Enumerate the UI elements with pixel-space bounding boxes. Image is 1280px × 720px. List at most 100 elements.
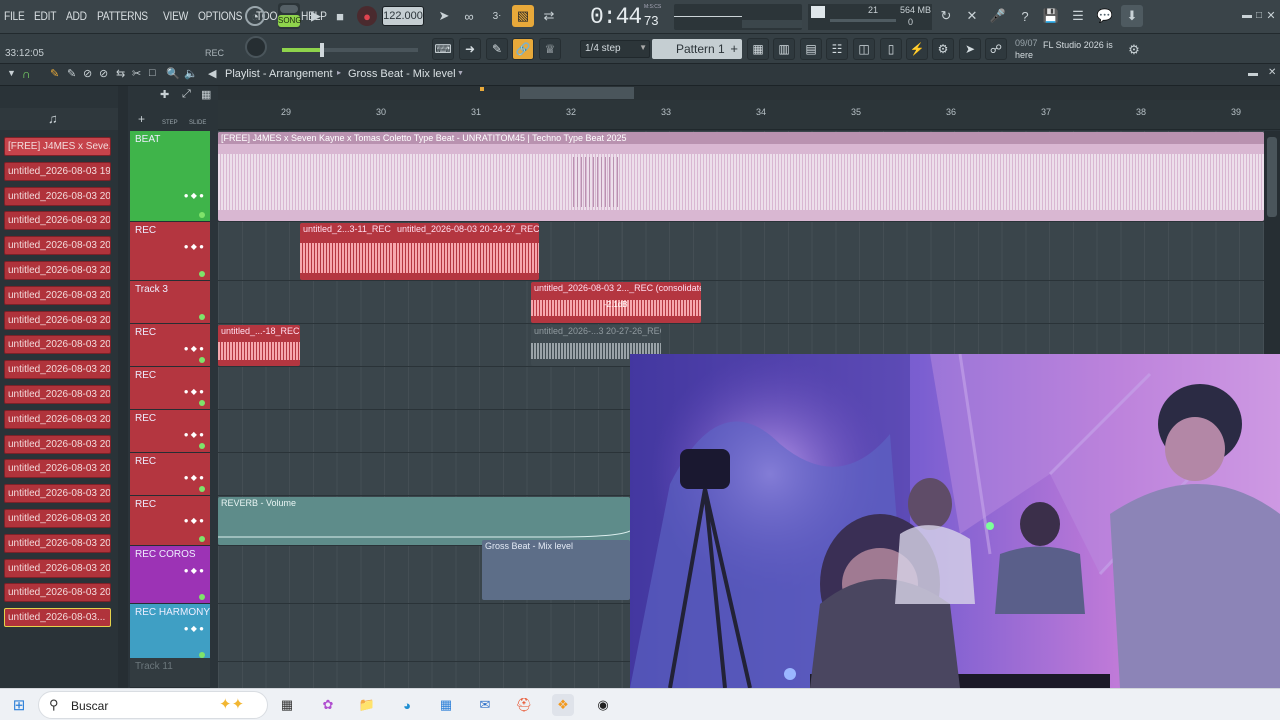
task-view-icon[interactable]: ▦ — [276, 694, 298, 716]
pattern-item[interactable]: untitled_2026-08-03 20-... — [4, 484, 111, 504]
loop-record-icon[interactable]: ⇄ — [539, 6, 559, 26]
back-arrow-icon[interactable]: ◀ — [208, 67, 216, 80]
menu-options[interactable]: OPTIONS — [198, 9, 242, 23]
playlist-minimize-icon[interactable]: ▬ — [1248, 68, 1258, 79]
playlist-target[interactable]: Gross Beat - Mix level — [348, 68, 456, 80]
store-icon[interactable]: ▦ — [435, 694, 457, 716]
song-mode-toggle[interactable]: SONG — [278, 3, 302, 29]
shop-icon[interactable]: ☍ — [985, 38, 1007, 60]
draw-tool-icon[interactable]: ✎ — [50, 67, 59, 80]
track-header[interactable]: REC ● ◆ ● — [130, 367, 210, 410]
playlist-breadcrumb[interactable]: Playlist - Arrangement — [225, 68, 333, 80]
piano-roll-icon[interactable]: ▥ — [773, 38, 795, 60]
arrow-right-icon[interactable]: ➜ — [459, 38, 481, 60]
timeline-ruler[interactable]: 29 30 31 32 33 34 35 36 37 38 39 — [218, 100, 1280, 130]
automation-clip-reverb[interactable]: REVERB - Volume — [218, 497, 630, 545]
track-controls-icon[interactable]: ● ◆ ● — [184, 344, 204, 353]
copilot-icon[interactable]: ✿ — [317, 694, 339, 716]
play-icon[interactable]: ▶ — [306, 6, 326, 26]
master-pitch-slider[interactable] — [674, 4, 802, 30]
mixer-view-icon[interactable]: ☷ — [826, 38, 848, 60]
expand-icon[interactable]: ⤢ — [182, 88, 191, 101]
track-enable-led[interactable] — [199, 357, 205, 363]
track-header[interactable]: REC ● ◆ ● — [130, 324, 210, 367]
menu-file[interactable]: FILE — [4, 9, 25, 23]
grid-icon[interactable]: ▦ — [201, 88, 211, 101]
audio-clip-small-1[interactable]: untitled_...-18_REC — [218, 325, 300, 366]
track-controls-icon[interactable]: ● ◆ ● — [184, 566, 204, 575]
wait-input-icon[interactable]: ∞ — [459, 6, 479, 26]
playlist-menu-arrow-icon[interactable]: ▼ — [7, 68, 16, 78]
pattern-selector[interactable]: Pattern 1 + — [652, 39, 742, 59]
channel-rack-icon[interactable]: ▤ — [800, 38, 822, 60]
pattern-item[interactable]: untitled_2026-08-03 20-... — [4, 533, 111, 553]
undo-icon[interactable]: ↻ — [936, 6, 956, 26]
track-enable-led[interactable] — [199, 314, 205, 320]
hint-knob-icon[interactable]: ◔ — [245, 6, 265, 26]
pattern-item[interactable]: untitled_2026-08-03 20-... — [4, 335, 111, 355]
magnet-icon[interactable]: ∩ — [22, 67, 31, 81]
track-header[interactable]: REC ● ◆ ● — [130, 496, 210, 546]
save-icon[interactable]: 💾 — [1041, 6, 1061, 26]
countdown-icon[interactable]: 3⋅ — [486, 6, 508, 26]
track-enable-led[interactable] — [199, 271, 205, 277]
download-icon[interactable]: ⬇ — [1121, 5, 1143, 27]
news-text[interactable]: FL Studio 2026 is here — [1015, 40, 1115, 60]
track-enable-led[interactable] — [199, 486, 205, 492]
tempo-display[interactable]: 122.000 — [382, 6, 424, 26]
windows-start-icon[interactable]: ⊞ — [8, 694, 30, 716]
fl-studio-taskbar-icon[interactable]: ❖ — [552, 694, 574, 716]
stop-icon[interactable]: ■ — [330, 6, 350, 26]
target-chevron-icon[interactable]: ▼ — [457, 70, 464, 77]
picker-scrollbar[interactable] — [118, 86, 128, 688]
mixer-icon[interactable]: ☰ — [1068, 6, 1088, 26]
track-header[interactable]: REC HARMONY ● ◆ ● — [130, 604, 210, 662]
master-volume-knob[interactable] — [245, 36, 267, 58]
stamp-icon[interactable]: ♕ — [539, 38, 561, 60]
track-header[interactable]: REC ● ◆ ● — [130, 453, 210, 496]
news-gear-icon[interactable]: ⚙ — [1124, 40, 1144, 60]
track-controls-icon[interactable]: ● ◆ ● — [184, 516, 204, 525]
pattern-item[interactable]: untitled_2026-08-03 20-... — [4, 434, 111, 454]
pattern-item[interactable]: untitled_2026-08-03 20-... — [4, 459, 111, 479]
timeline-overview[interactable] — [218, 86, 1280, 100]
help-icon[interactable]: ? — [1015, 6, 1035, 26]
brave-icon[interactable]: ⛑ — [513, 694, 535, 716]
outlook-icon[interactable]: ✉ — [474, 694, 496, 716]
typing-keyboard-icon[interactable]: ⌨ — [432, 38, 454, 60]
track-header[interactable]: BEAT ● ◆ ● — [130, 131, 210, 222]
taskbar-search-box[interactable]: ⚲ Buscar ✦✦ — [38, 691, 268, 719]
edge-icon[interactable]: ◕ — [396, 694, 418, 716]
pattern-item[interactable]: untitled_2026-08-03 20-... — [4, 583, 111, 603]
menu-add[interactable]: ADD — [66, 9, 87, 23]
track-controls-icon[interactable]: ● ◆ ● — [184, 430, 204, 439]
track-enable-led[interactable] — [199, 594, 205, 600]
obs-icon[interactable]: ◉ — [592, 694, 614, 716]
track-controls-icon[interactable]: ● ◆ ● — [184, 473, 204, 482]
playback-tool-icon[interactable]: 🔈 — [184, 67, 198, 80]
file-explorer-icon[interactable]: 📁 — [356, 694, 378, 716]
playlist-maximize-icon[interactable]: ✕ — [1268, 67, 1276, 78]
cut-tool-icon[interactable]: ✕ — [962, 6, 982, 26]
track-controls-icon[interactable]: ● ◆ ● — [184, 242, 204, 251]
pencil-tool-icon[interactable]: ✎ — [486, 38, 508, 60]
pattern-item[interactable]: untitled_2026-08-03 20-... — [4, 509, 111, 528]
menu-patterns[interactable]: PATTERNS — [97, 9, 148, 23]
record-icon[interactable]: ● — [357, 6, 377, 26]
audio-clip-beat[interactable]: [FREE] J4MES x Seven Kayne x Tomas Colet… — [218, 132, 1264, 221]
audio-input-icon[interactable]: 🎤 — [988, 6, 1008, 26]
pattern-item[interactable]: untitled_2026-08-03 20-... — [4, 211, 111, 231]
link-icon[interactable]: 🔗 — [512, 38, 534, 60]
chat-icon[interactable]: 💬 — [1095, 6, 1115, 26]
scroll-tool-icon[interactable]: ✚ — [160, 88, 169, 101]
audio-clip-consolidated[interactable]: untitled_2026-08-03 2..._REC (consolidat… — [531, 282, 701, 323]
master-volume-slider[interactable] — [282, 43, 418, 57]
pattern-item[interactable]: [FREE] J4MES x Seve... — [4, 137, 111, 156]
add-track-icon[interactable]: + — [138, 112, 145, 126]
mute-tool-icon[interactable]: ⊘ — [99, 67, 108, 80]
pattern-item[interactable]: untitled_2026-08-03 20-... — [4, 186, 111, 206]
snap-select[interactable]: 1/4 step ▼ — [580, 40, 650, 58]
pattern-item[interactable]: untitled_2026-08-03 20-... — [4, 236, 111, 256]
track-header[interactable]: Track 11 — [130, 658, 210, 688]
files-icon[interactable]: ▯ — [880, 38, 902, 60]
